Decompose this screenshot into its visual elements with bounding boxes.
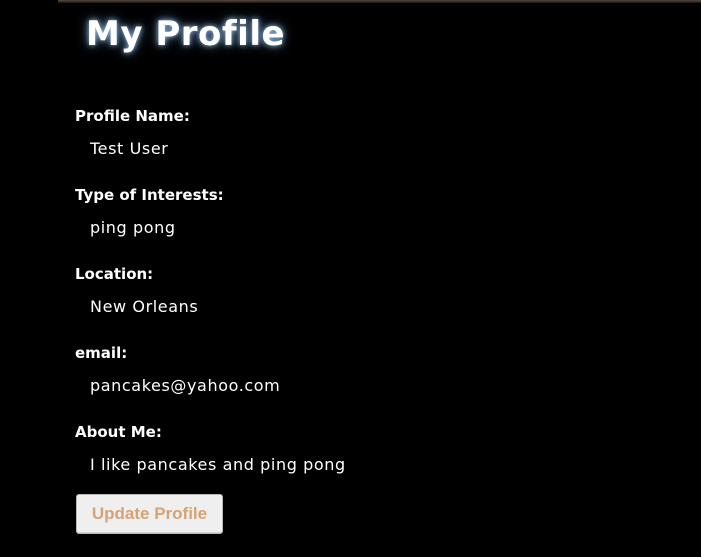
- page-title: My Profile: [86, 14, 286, 54]
- profile-details: Profile Name: Test User Type of Interest…: [75, 104, 675, 499]
- email-label: email:: [75, 344, 128, 362]
- about-me-label: About Me:: [75, 423, 162, 441]
- profile-name-label: Profile Name:: [75, 107, 190, 125]
- about-me-field: About Me: I like pancakes and ping pong: [75, 420, 675, 499]
- profile-name-value: Test User: [90, 139, 169, 158]
- interests-label: Type of Interests:: [75, 186, 224, 204]
- profile-name-field: Profile Name: Test User: [75, 104, 675, 183]
- update-profile-button[interactable]: Update Profile: [76, 494, 223, 534]
- about-me-value: I like pancakes and ping pong: [90, 455, 346, 474]
- location-label: Location:: [75, 265, 154, 283]
- location-value: New Orleans: [90, 297, 199, 316]
- email-field: email: pancakes@yahoo.com: [75, 341, 675, 420]
- email-value: pancakes@yahoo.com: [90, 376, 281, 395]
- interests-field: Type of Interests: ping pong: [75, 183, 675, 262]
- interests-value: ping pong: [90, 218, 176, 237]
- location-field: Location: New Orleans: [75, 262, 675, 341]
- top-divider: [58, 0, 701, 3]
